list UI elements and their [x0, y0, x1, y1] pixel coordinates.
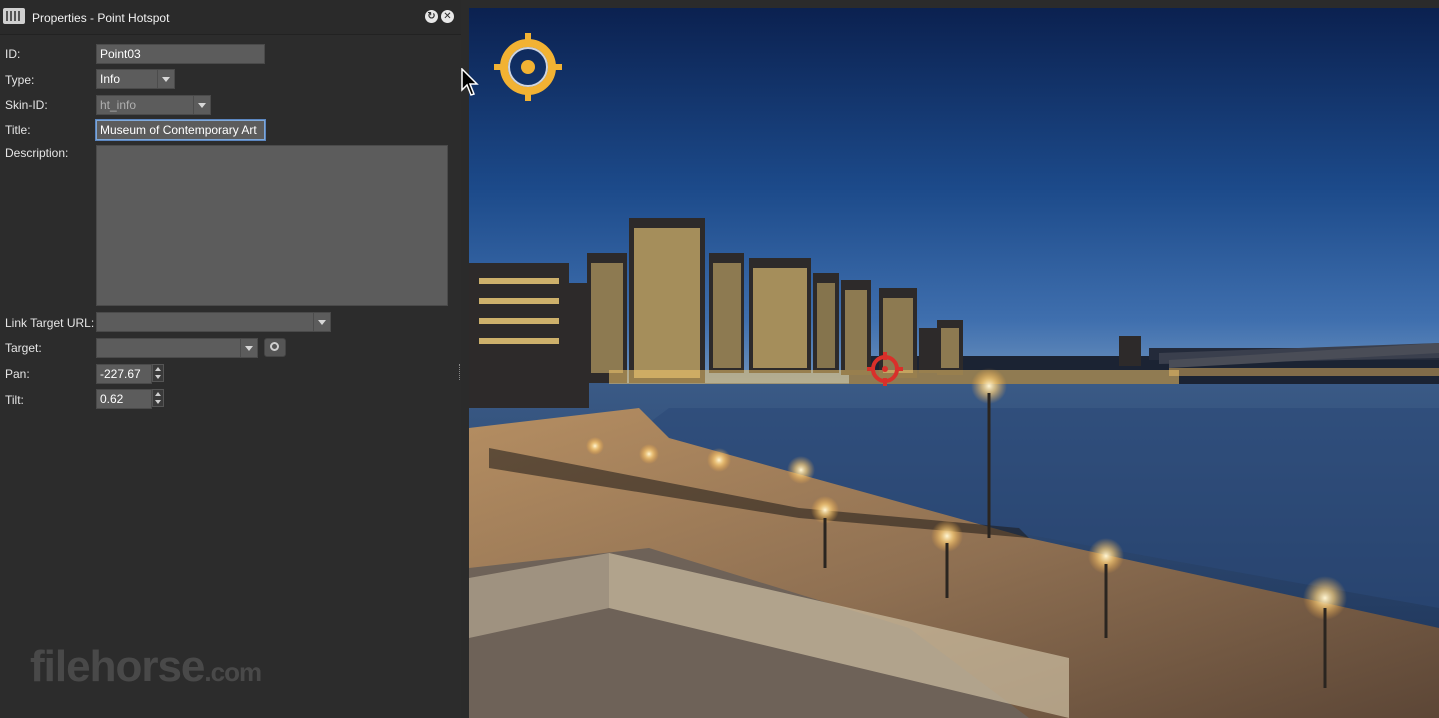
- panel-splitter[interactable]: [461, 0, 469, 718]
- panorama-view[interactable]: [469, 8, 1439, 718]
- target-dropdown[interactable]: [96, 338, 258, 358]
- panorama-image: [469, 8, 1439, 718]
- tilt-input[interactable]: 0.62: [96, 389, 152, 409]
- pick-target-icon[interactable]: [264, 338, 286, 357]
- chevron-down-icon: [313, 313, 330, 331]
- panel-title: Properties - Point Hotspot: [32, 11, 170, 25]
- panel-titlebar: Properties - Point Hotspot ↻ ✕: [0, 0, 461, 35]
- chevron-down-icon: [157, 70, 174, 88]
- link-target-url-label: Link Target URL:: [5, 316, 95, 330]
- app-icon: [3, 8, 25, 24]
- pan-input[interactable]: -227.67: [96, 364, 152, 384]
- title-label: Title:: [5, 123, 31, 137]
- skin-id-dropdown[interactable]: ht_info: [96, 95, 211, 115]
- view-top-strip: [461, 0, 1439, 8]
- type-dropdown-value: Info: [100, 72, 121, 86]
- mouse-cursor-icon: [461, 68, 479, 96]
- title-field[interactable]: Museum of Contemporary Art: [96, 120, 265, 140]
- description-label: Description:: [5, 146, 69, 160]
- target-label: Target:: [5, 341, 42, 355]
- pan-label: Pan:: [5, 367, 30, 381]
- chevron-down-icon: [193, 96, 210, 114]
- description-textarea[interactable]: [96, 145, 448, 306]
- watermark-logo: filehorse.com: [30, 642, 262, 691]
- point-hotspot-icon[interactable]: [867, 352, 903, 386]
- link-target-url-combo[interactable]: [96, 312, 331, 332]
- refresh-icon[interactable]: ↻: [425, 10, 438, 23]
- type-label: Type:: [5, 73, 35, 87]
- id-field[interactable]: Point03: [96, 44, 265, 64]
- tilt-stepper[interactable]: [152, 389, 164, 407]
- close-icon[interactable]: ✕: [441, 10, 454, 23]
- chevron-down-icon: [240, 339, 257, 357]
- type-dropdown[interactable]: Info: [96, 69, 175, 89]
- info-hotspot-icon[interactable]: [494, 33, 562, 101]
- tilt-label: Tilt:: [5, 393, 24, 407]
- skin-id-dropdown-value: ht_info: [100, 98, 137, 112]
- properties-panel: Properties - Point Hotspot ↻ ✕ ID: Point…: [0, 0, 461, 718]
- id-label: ID:: [5, 47, 21, 61]
- splitter-grip[interactable]: [459, 364, 462, 380]
- pan-stepper[interactable]: [152, 364, 164, 382]
- skin-id-label: Skin-ID:: [5, 98, 48, 112]
